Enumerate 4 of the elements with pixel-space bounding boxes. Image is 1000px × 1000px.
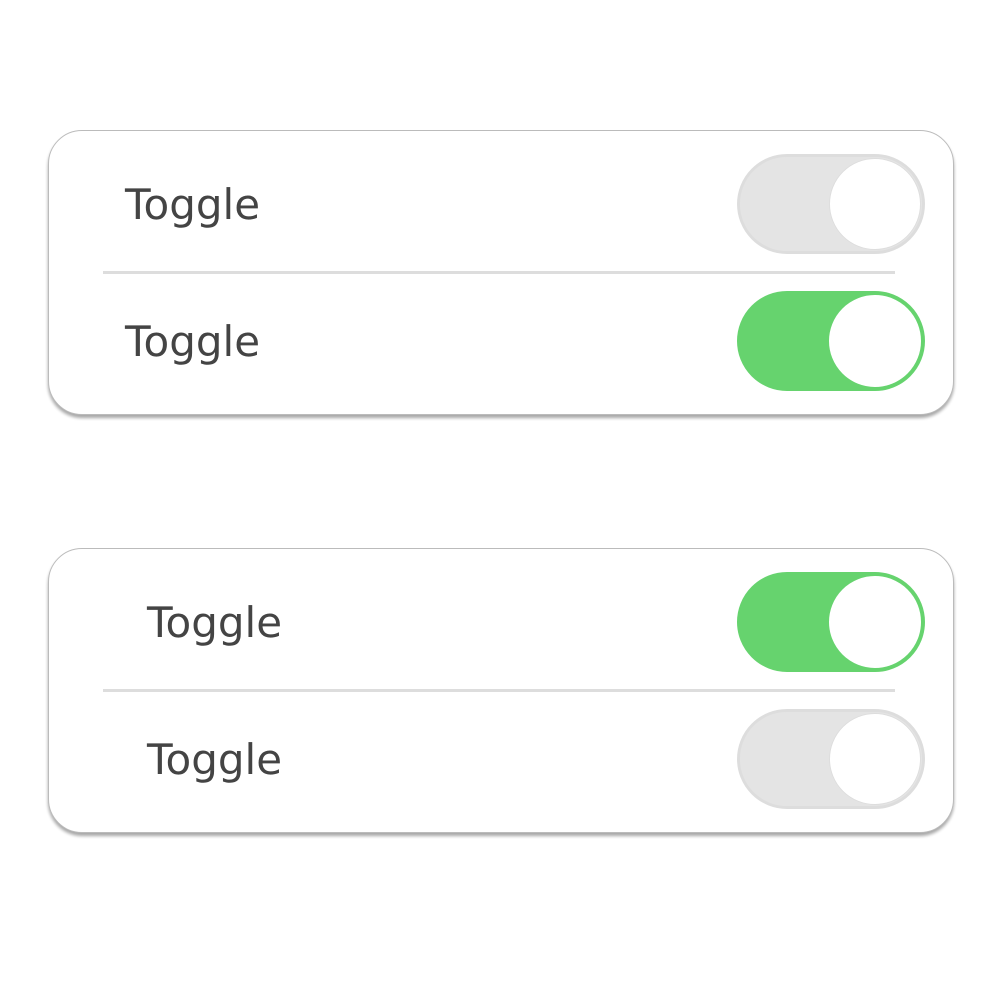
toggle-label: Toggle xyxy=(147,598,282,646)
toggle-label: Toggle xyxy=(147,734,282,784)
toggle-label: Toggle xyxy=(125,180,260,228)
toggle-label: Toggle xyxy=(125,316,260,366)
